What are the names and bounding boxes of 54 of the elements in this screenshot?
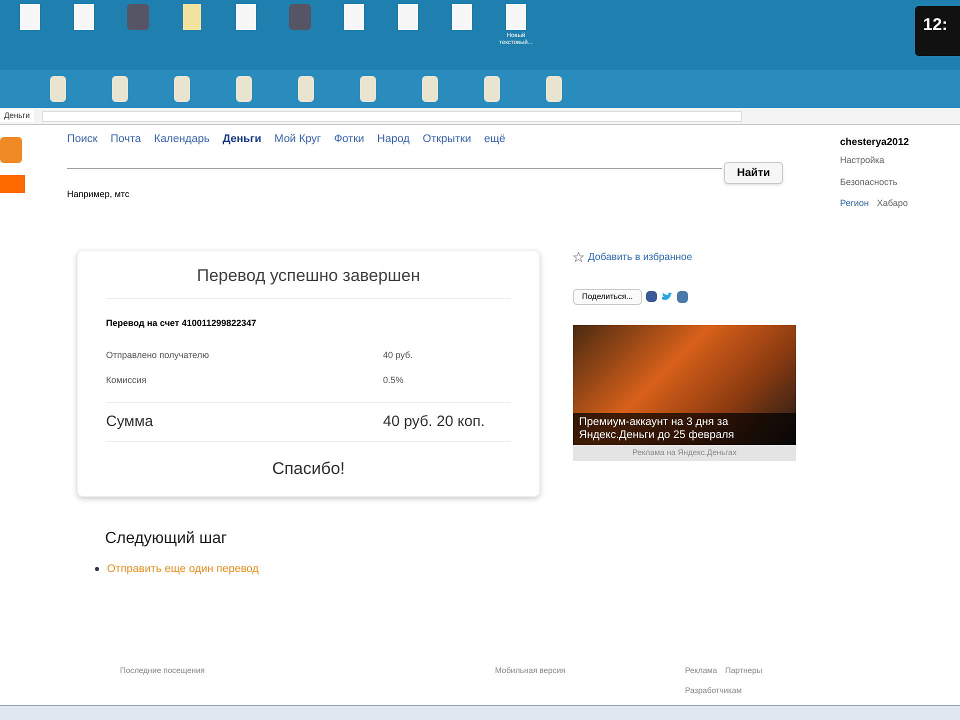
nav-link[interactable]: Народ <box>377 131 410 148</box>
thanks-text: Спасибо! <box>271 458 346 480</box>
footer-link[interactable]: Реклама <box>685 665 718 677</box>
favorites-link[interactable]: Добавить в избранное <box>588 250 692 264</box>
clock: 12: <box>915 6 960 56</box>
receipt-title: Перевод успешно завершен <box>106 262 511 299</box>
picture-icon[interactable] <box>289 4 311 30</box>
footer-link[interactable]: Разработчикам <box>685 685 742 697</box>
settings-link[interactable]: Настройка <box>840 154 909 168</box>
address-field[interactable] <box>42 110 742 122</box>
sidebar-banner <box>0 175 25 193</box>
taskbar-app-icon[interactable] <box>236 76 252 102</box>
taskbar-app-icon[interactable] <box>50 76 66 102</box>
total-value: 40 руб. 20 коп. <box>383 412 485 432</box>
region-value: Хабаро <box>876 197 908 210</box>
row-value: 0.5% <box>383 374 404 387</box>
taskbar-app-icon[interactable] <box>298 76 314 102</box>
taskbar-app-icon[interactable] <box>174 76 190 102</box>
star-icon <box>573 252 584 262</box>
nav-link[interactable]: Фотки <box>334 131 364 148</box>
taskbar-app-icon[interactable] <box>484 76 500 102</box>
taskbar-app-icon[interactable] <box>360 76 376 102</box>
nav-link[interactable]: Календарь <box>154 131 210 148</box>
row-label: Отправлено получателю <box>106 348 210 362</box>
footer-link[interactable]: Партнеры <box>725 665 762 677</box>
browser-tab[interactable]: Деньги <box>0 110 34 122</box>
nav-link[interactable]: Деньги <box>222 131 262 148</box>
taskbar-app-icon[interactable] <box>112 76 128 102</box>
search-button[interactable]: Найти <box>724 162 783 184</box>
row-value: 40 руб. <box>383 348 413 362</box>
footer-link[interactable]: Мобильная версия <box>495 665 685 677</box>
ad-banner[interactable]: Премиум-аккаунт на 3 дня за Яндекс.Деньги до 25 февраля <box>573 324 796 444</box>
ad-text: Премиум-аккаунт на 3 дня за Яндекс.Деньги до 25 февраля <box>573 412 796 444</box>
taskbar-app-icon[interactable] <box>546 76 562 102</box>
region-link[interactable]: Регион <box>840 197 869 210</box>
ad-caption: Реклама на Яндекс.Деньгах <box>573 444 796 460</box>
account-line: Перевод на счет 410011299822347 <box>106 317 258 330</box>
nav-link[interactable]: Мой Круг <box>274 131 321 148</box>
share-button[interactable]: Поделиться... <box>573 288 642 304</box>
nav-link[interactable]: Поиск <box>67 131 98 148</box>
picture-icon[interactable] <box>127 4 149 30</box>
next-step-title: Следующий шаг <box>105 528 228 548</box>
taskbar-app-icon[interactable] <box>422 76 438 102</box>
bullet-icon <box>95 566 99 571</box>
row-label: Комиссия <box>106 374 148 387</box>
nav-link[interactable]: Почта <box>110 131 142 148</box>
nav-link[interactable]: Открытки <box>422 131 472 148</box>
logo-icon <box>0 137 22 163</box>
total-label: Сумма <box>106 412 154 432</box>
search-hint: Например, мтс <box>67 188 130 201</box>
settings-link[interactable]: Безопасность <box>840 176 909 189</box>
footer-link[interactable]: Последние посещения <box>120 665 495 677</box>
nav-link[interactable]: ещё <box>484 131 506 148</box>
username[interactable]: chesterya2012 <box>840 135 909 150</box>
